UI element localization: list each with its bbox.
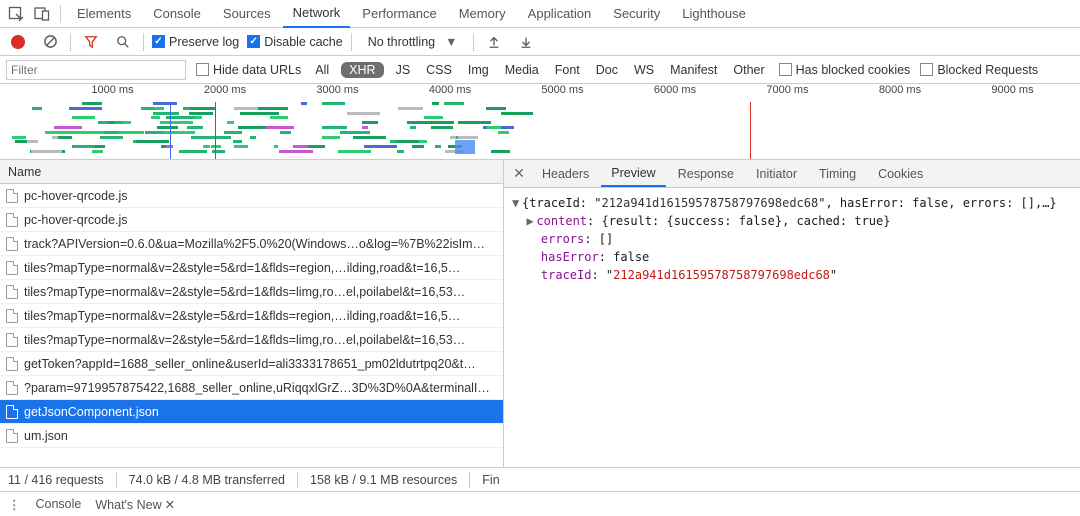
details-tab-response[interactable]: Response	[668, 162, 744, 186]
tab-elements[interactable]: Elements	[67, 0, 141, 27]
filter-bar: Hide data URLs All XHR JS CSS Img Media …	[0, 56, 1080, 84]
status-transferred: 74.0 kB / 4.8 MB transferred	[129, 473, 285, 487]
request-name: tiles?mapType=normal&v=2&style=5&rd=1&fl…	[24, 285, 465, 299]
tab-memory[interactable]: Memory	[449, 0, 516, 27]
tab-network[interactable]: Network	[283, 0, 351, 28]
details-tab-preview[interactable]: Preview	[601, 161, 665, 187]
filter-type-img[interactable]: Img	[464, 62, 493, 78]
drawer-tab-whats-new[interactable]: What's New✕	[95, 497, 175, 512]
tab-security[interactable]: Security	[603, 0, 670, 27]
request-row[interactable]: tiles?mapType=normal&v=2&style=5&rd=1&fl…	[0, 280, 503, 304]
time-tick: 9000 ms	[991, 84, 1033, 96]
filter-type-js[interactable]: JS	[392, 62, 415, 78]
filter-type-doc[interactable]: Doc	[592, 62, 622, 78]
request-row[interactable]: tiles?mapType=normal&v=2&style=5&rd=1&fl…	[0, 328, 503, 352]
time-tick: 4000 ms	[429, 84, 471, 96]
time-tick: 8000 ms	[879, 84, 921, 96]
request-row[interactable]: getJsonComponent.json	[0, 400, 503, 424]
request-name: getJsonComponent.json	[24, 405, 159, 419]
request-name: track?APIVersion=0.6.0&ua=Mozilla%2F5.0%…	[24, 237, 485, 251]
details-tab-cookies[interactable]: Cookies	[868, 162, 933, 186]
request-name: tiles?mapType=normal&v=2&style=5&rd=1&fl…	[24, 261, 460, 275]
filter-type-xhr[interactable]: XHR	[341, 62, 383, 78]
request-details-panel: ✕ Headers Preview Response Initiator Tim…	[504, 160, 1080, 467]
details-tab-timing[interactable]: Timing	[809, 162, 866, 186]
details-tab-headers[interactable]: Headers	[532, 162, 599, 186]
filter-type-media[interactable]: Media	[501, 62, 543, 78]
tab-application[interactable]: Application	[518, 0, 602, 27]
has-blocked-cookies-checkbox[interactable]: Has blocked cookies	[779, 63, 911, 77]
preview-content: ▼{traceId: "212a941d16159578758797698edc…	[504, 188, 1080, 467]
throttling-select[interactable]: No throttling▼	[360, 35, 466, 49]
request-row[interactable]: um.json	[0, 424, 503, 448]
network-toolbar: ✓Preserve log ✓Disable cache No throttli…	[0, 28, 1080, 56]
status-finish: Fin	[482, 473, 499, 487]
time-tick: 3000 ms	[316, 84, 358, 96]
device-toggle-icon[interactable]	[30, 2, 54, 26]
request-name: getToken?appId=1688_seller_online&userId…	[24, 357, 476, 371]
request-name: um.json	[24, 429, 68, 443]
preserve-log-checkbox[interactable]: ✓Preserve log	[152, 35, 239, 49]
request-row[interactable]: getToken?appId=1688_seller_online&userId…	[0, 352, 503, 376]
hide-data-urls-checkbox[interactable]: Hide data URLs	[196, 63, 301, 77]
request-name: tiles?mapType=normal&v=2&style=5&rd=1&fl…	[24, 333, 465, 347]
request-name: ?param=9719957875422,1688_seller_online,…	[24, 381, 490, 395]
drawer-tab-console[interactable]: Console	[36, 497, 82, 511]
drawer-tabs: ⋮ Console What's New✕	[0, 492, 1080, 516]
filter-icon[interactable]	[79, 30, 103, 54]
clear-button[interactable]	[38, 30, 62, 54]
upload-har-icon[interactable]	[482, 30, 506, 54]
filter-type-other[interactable]: Other	[729, 62, 768, 78]
request-list-panel: Name pc-hover-qrcode.js pc-hover-qrcode.j…	[0, 160, 504, 467]
record-button[interactable]	[6, 30, 30, 54]
status-requests: 11 / 416 requests	[8, 473, 104, 487]
request-row[interactable]: track?APIVersion=0.6.0&ua=Mozilla%2F5.0%…	[0, 232, 503, 256]
close-details-icon[interactable]: ✕	[508, 165, 530, 182]
tab-console[interactable]: Console	[143, 0, 211, 27]
download-har-icon[interactable]	[514, 30, 538, 54]
inspect-icon[interactable]	[4, 2, 28, 26]
request-row[interactable]: tiles?mapType=normal&v=2&style=5&rd=1&fl…	[0, 256, 503, 280]
tab-lighthouse[interactable]: Lighthouse	[672, 0, 756, 27]
status-bar: 11 / 416 requests 74.0 kB / 4.8 MB trans…	[0, 468, 1080, 492]
filter-type-manifest[interactable]: Manifest	[666, 62, 721, 78]
main-tabs-bar: Elements Console Sources Network Perform…	[0, 0, 1080, 28]
drawer-toggle-icon[interactable]: ⋮	[8, 497, 22, 512]
details-tab-initiator[interactable]: Initiator	[746, 162, 807, 186]
filter-input[interactable]	[6, 60, 186, 80]
tab-performance[interactable]: Performance	[352, 0, 446, 27]
blocked-requests-checkbox[interactable]: Blocked Requests	[920, 63, 1038, 77]
request-row[interactable]: pc-hover-qrcode.js	[0, 184, 503, 208]
time-tick: 7000 ms	[766, 84, 808, 96]
time-tick: 2000 ms	[204, 84, 246, 96]
request-row[interactable]: tiles?mapType=normal&v=2&style=5&rd=1&fl…	[0, 304, 503, 328]
filter-type-css[interactable]: CSS	[422, 62, 456, 78]
column-header-name[interactable]: Name	[0, 160, 503, 184]
request-row[interactable]: pc-hover-qrcode.js	[0, 208, 503, 232]
disable-cache-checkbox[interactable]: ✓Disable cache	[247, 35, 343, 49]
search-icon[interactable]	[111, 30, 135, 54]
timeline-overview[interactable]: 1000 ms 2000 ms 3000 ms 4000 ms 5000 ms 6000 …	[0, 84, 1080, 160]
filter-type-font[interactable]: Font	[551, 62, 584, 78]
time-tick: 1000 ms	[91, 84, 133, 96]
request-name: pc-hover-qrcode.js	[24, 213, 128, 227]
request-row[interactable]: ?param=9719957875422,1688_seller_online,…	[0, 376, 503, 400]
status-resources: 158 kB / 9.1 MB resources	[310, 473, 457, 487]
filter-type-all[interactable]: All	[311, 62, 333, 78]
time-tick: 6000 ms	[654, 84, 696, 96]
filter-type-ws[interactable]: WS	[630, 62, 658, 78]
request-name: tiles?mapType=normal&v=2&style=5&rd=1&fl…	[24, 309, 460, 323]
time-tick: 5000 ms	[541, 84, 583, 96]
request-name: pc-hover-qrcode.js	[24, 189, 128, 203]
tab-sources[interactable]: Sources	[213, 0, 281, 27]
